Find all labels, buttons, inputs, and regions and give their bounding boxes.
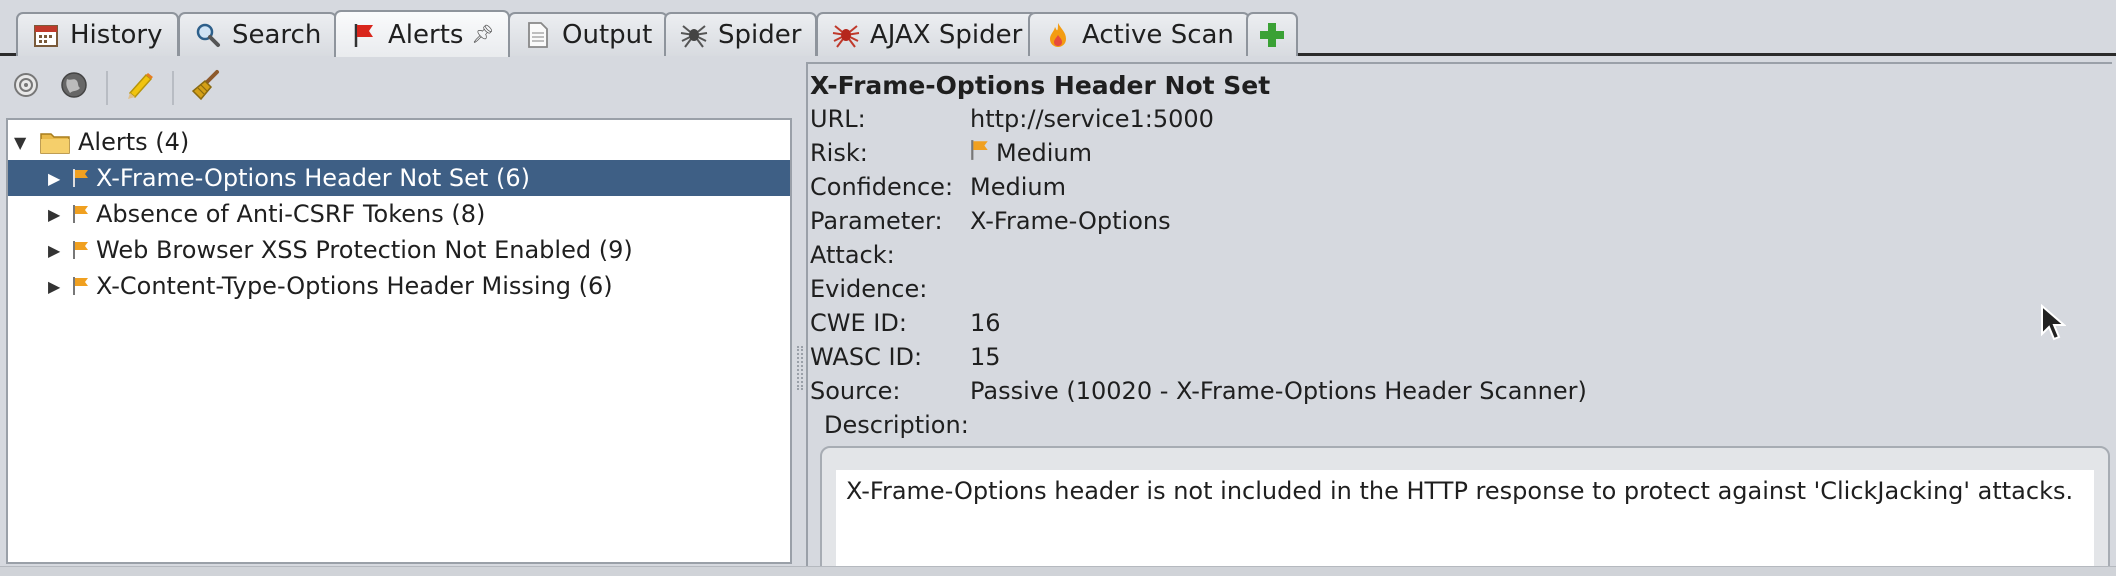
risk-value: Medium (996, 139, 1092, 167)
red-flag-icon (350, 21, 378, 49)
target-button[interactable] (8, 70, 44, 106)
medium-risk-flag-icon (72, 168, 90, 188)
cwe-label: CWE ID: (810, 309, 907, 337)
tree-item-alert[interactable]: ▶ X-Frame-Options Header Not Set (6) (8, 160, 790, 196)
url-label: URL: (810, 105, 866, 133)
status-bar (0, 566, 2116, 576)
folder-icon (40, 130, 70, 154)
confidence-label: Confidence: (810, 173, 954, 201)
description-box: X-Frame-Options header is not included i… (820, 446, 2110, 566)
target-icon (12, 71, 40, 105)
tree-item-label: Web Browser XSS Protection Not Enabled (… (96, 236, 633, 264)
tree-item-label: Absence of Anti-CSRF Tokens (8) (96, 200, 486, 228)
source-label: Source: (810, 377, 901, 405)
toolbar-separator (172, 71, 174, 105)
attack-row: Attack: (810, 238, 2112, 272)
tab-spider[interactable]: Spider (664, 12, 818, 56)
globe-icon (59, 70, 89, 106)
tree-root-alerts[interactable]: ▼ Alerts (4) (8, 124, 790, 160)
expand-caret-icon[interactable]: ▶ (48, 205, 70, 224)
evidence-row: Evidence: (810, 272, 2112, 306)
tab-output[interactable]: Output (508, 12, 669, 56)
risk-label: Risk: (810, 139, 868, 167)
tab-label: Alerts (388, 19, 464, 50)
collapse-caret-icon[interactable]: ▼ (14, 133, 36, 152)
broom-icon (189, 69, 223, 107)
medium-risk-flag-icon (72, 240, 90, 260)
tab-bar: History Search Alerts 📌︎ Output Spider A… (0, 0, 2116, 57)
alert-title: X-Frame-Options Header Not Set (810, 71, 1271, 100)
add-tab-button[interactable] (1246, 12, 1298, 56)
alert-detail-panel: X-Frame-Options Header Not Set URL: http… (806, 62, 2112, 566)
tab-label: Output (562, 20, 653, 50)
parameter-value: X-Frame-Options (970, 207, 1171, 235)
source-value: Passive (10020 - X-Frame-Options Header … (970, 377, 1587, 405)
tree-item-alert[interactable]: ▶ Absence of Anti-CSRF Tokens (8) (8, 196, 790, 232)
splitter-grip[interactable] (797, 346, 803, 390)
alerts-toolbar (0, 62, 796, 114)
tree-item-label: X-Frame-Options Header Not Set (6) (96, 164, 530, 192)
confidence-row: Confidence: Medium (810, 170, 2112, 204)
red-spider-icon (832, 21, 860, 49)
tab-label: Search (232, 20, 322, 50)
confidence-value: Medium (970, 173, 1066, 201)
medium-risk-flag-icon (970, 139, 990, 167)
medium-risk-flag-icon (72, 204, 90, 224)
wasc-label: WASC ID: (810, 343, 923, 371)
tab-search[interactable]: Search (178, 12, 338, 56)
tree-root-label: Alerts (4) (78, 128, 190, 156)
risk-row: Risk: Medium (810, 136, 2112, 170)
spider-icon (680, 21, 708, 49)
wasc-value: 15 (970, 343, 1001, 371)
tab-active-scan[interactable]: Active Scan (1028, 12, 1250, 56)
evidence-label: Evidence: (810, 275, 928, 303)
edit-button[interactable] (122, 70, 158, 106)
flame-icon (1044, 21, 1072, 49)
url-value: http://service1:5000 (970, 105, 1214, 133)
tree-item-alert[interactable]: ▶ X-Content-Type-Options Header Missing … (8, 268, 790, 304)
url-row: URL: http://service1:5000 (810, 102, 2112, 136)
tab-alerts[interactable]: Alerts 📌︎ (334, 10, 511, 57)
tab-label: Spider (718, 20, 802, 50)
parameter-row: Parameter: X-Frame-Options (810, 204, 2112, 238)
expand-caret-icon[interactable]: ▶ (48, 277, 70, 296)
tree-item-alert[interactable]: ▶ Web Browser XSS Protection Not Enabled… (8, 232, 790, 268)
toolbar-separator (106, 71, 108, 105)
pin-icon[interactable]: 📌︎ (471, 24, 494, 45)
tab-label: AJAX Spider (870, 20, 1023, 50)
description-text[interactable]: X-Frame-Options header is not included i… (836, 470, 2094, 566)
tab-history[interactable]: History (16, 12, 179, 56)
pane-splitter[interactable] (796, 56, 806, 566)
tree-item-label: X-Content-Type-Options Header Missing (6… (96, 272, 613, 300)
plus-icon (1258, 21, 1286, 49)
medium-risk-flag-icon (72, 276, 90, 296)
expand-caret-icon[interactable]: ▶ (48, 169, 70, 188)
document-icon (524, 21, 552, 49)
wasc-row: WASC ID: 15 (810, 340, 2112, 374)
mouse-pointer-icon (2040, 303, 2067, 348)
tab-ajax-spider[interactable]: AJAX Spider (816, 12, 1039, 56)
globe-button[interactable] (56, 70, 92, 106)
expand-caret-icon[interactable]: ▶ (48, 241, 70, 260)
description-label: Description: (824, 411, 969, 439)
pencil-icon (124, 69, 156, 107)
parameter-label: Parameter: (810, 207, 943, 235)
tab-label: History (70, 20, 163, 50)
cwe-row: CWE ID: 16 (810, 306, 2112, 340)
calendar-icon (32, 21, 60, 49)
clear-button[interactable] (188, 70, 224, 106)
tab-label: Active Scan (1082, 20, 1234, 50)
source-row: Source: Passive (10020 - X-Frame-Options… (810, 374, 2112, 408)
magnifier-icon (194, 21, 222, 49)
attack-label: Attack: (810, 241, 895, 269)
cwe-value: 16 (970, 309, 1001, 337)
alerts-tree[interactable]: ▼ Alerts (4) ▶ X-Frame-Options Header No… (6, 118, 792, 564)
